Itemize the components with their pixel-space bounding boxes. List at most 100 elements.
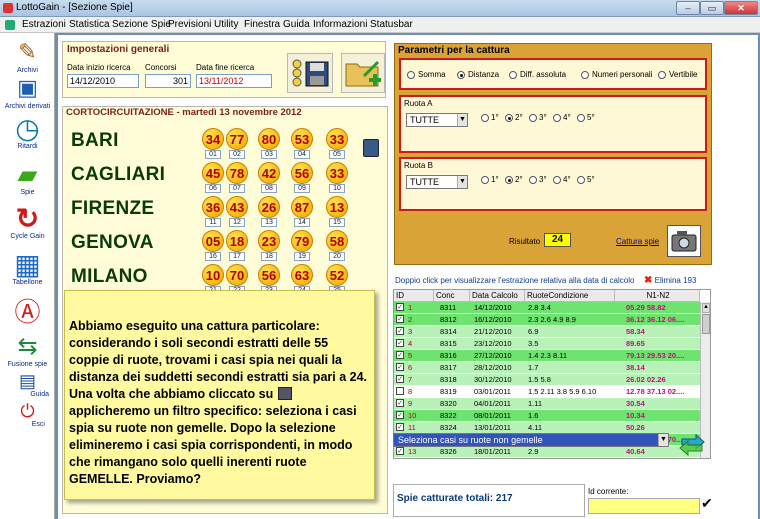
tool-ritardi[interactable]: ◷ Ritardi [0,113,55,151]
row-checkbox[interactable]: ✓ [396,363,404,371]
row-checkbox[interactable]: ✓ [396,447,404,455]
tool-archivi-derivati[interactable]: ▣ Archivi derivati [0,73,55,110]
ruota-a-position-radio[interactable] [529,114,537,122]
ball-number[interactable]: 43 [226,196,248,218]
tool-guida[interactable]: ▤ Guida [0,371,55,399]
col-header-id[interactable]: ID [394,290,434,302]
menu-informazioni[interactable]: Informazioni [313,19,367,30]
table-row[interactable]: 8 8319 03/01/2011 1.5 2.11 3.8 5.9 6.10 12.7… [394,386,700,397]
ball-number[interactable]: 42 [258,162,280,184]
table-row[interactable]: ✓ 4 8315 23/12/2010 3.5 89.65 [394,338,700,349]
ball-number[interactable]: 53 [291,128,313,150]
menu-sezione-spie[interactable]: Sezione Spie [112,19,171,30]
ball-number[interactable]: 05 [202,230,224,252]
ball-number[interactable]: 10 [202,264,224,286]
col-header-n1n2[interactable]: N1-N2 [615,290,700,302]
ruota-b-position-radio[interactable] [529,176,537,184]
row-checkbox[interactable]: ✓ [396,375,404,383]
ball-number[interactable]: 56 [291,162,313,184]
menu-finestra[interactable]: Finestra [244,19,280,30]
data-inizio-input[interactable]: 14/12/2010 [67,74,139,88]
ruota-b-select[interactable]: TUTTE ▼ [406,175,468,189]
menu-statusbar[interactable]: Statusbar [370,19,413,30]
table-row[interactable]: ✓ 6 8317 28/12/2010 1.7 38.14 [394,362,700,373]
table-row[interactable]: ✓ 11 8324 13/01/2011 4.11 50.26 [394,422,700,433]
tool-esci[interactable]: ⏻ Esci [0,401,55,429]
menu-statistica[interactable]: Statistica [69,19,110,30]
menu-utility[interactable]: Utility [214,19,238,30]
ball-number[interactable]: 80 [258,128,280,150]
row-checkbox[interactable] [396,387,404,395]
id-corrente-input[interactable] [588,498,700,514]
col-header-data[interactable]: Data Calcolo [470,290,525,302]
ball-number[interactable]: 18 [226,230,248,252]
save-button[interactable] [287,53,333,93]
tool-cycle-gain[interactable]: ↻ Cycle Gain [0,203,55,241]
scroll-thumb[interactable] [702,314,710,334]
radio-somma[interactable] [407,71,415,79]
menu-estrazioni[interactable]: Estrazioni [22,19,66,30]
ruota-a-select[interactable]: TUTTE ▼ [406,113,468,127]
cattura-spie-link[interactable]: Cattura spie [616,237,659,246]
radio-diff-assoluta[interactable] [509,71,517,79]
ball-number[interactable]: 33 [326,128,348,150]
ball-number[interactable]: 56 [258,264,280,286]
ruota-b-position-radio[interactable] [577,176,585,184]
table-row[interactable]: ✓ 1 8311 14/12/2010 2.8 3.4 05.29 58.82 [394,302,700,313]
table-row[interactable]: ✓ 10 8322 08/01/2011 1.6 10.34 [394,410,700,421]
col-header-ruote[interactable]: RuoteCondizione [525,290,615,302]
elimina-button[interactable]: ✖ Elimina 193 [644,275,696,286]
concorsi-input[interactable]: 301 [145,74,191,88]
table-row[interactable]: ✓ 5 8316 27/12/2010 1.4 2.3 8.11 79.13 29.53 … [394,350,700,361]
ruota-b-position-radio[interactable] [505,176,513,184]
col-header-conc[interactable]: Conc [434,290,470,302]
radio-distanza[interactable] [457,71,465,79]
ruota-a-position-radio[interactable] [481,114,489,122]
ruota-a-position-radio[interactable] [553,114,561,122]
row-checkbox[interactable]: ✓ [396,327,404,335]
maximize-button[interactable]: ▭ [700,1,724,15]
apply-filter-button[interactable] [676,431,708,459]
ball-number[interactable]: 34 [202,128,224,150]
ball-number[interactable]: 63 [291,264,313,286]
ball-number[interactable]: 23 [258,230,280,252]
minimize-button[interactable]: – [676,1,700,15]
risultato-input[interactable]: 24 [544,233,571,247]
ruota-b-position-radio[interactable] [553,176,561,184]
ruota-a-position-radio[interactable] [505,114,513,122]
row-checkbox[interactable]: ✓ [396,411,404,419]
ruota-b-position-radio[interactable] [481,176,489,184]
ball-number[interactable]: 87 [291,196,313,218]
data-fine-input[interactable]: 13/11/2012 [196,74,272,88]
ball-number[interactable]: 70 [226,264,248,286]
row-checkbox[interactable]: ✓ [396,399,404,407]
filter-select[interactable]: Seleziona casi su ruote non gemelle ▼ [393,433,669,447]
row-checkbox[interactable]: ✓ [396,423,404,431]
check-icon[interactable]: ✔ [701,495,713,512]
tool-tabellone[interactable]: ▦ Tabellone [0,249,55,287]
table-row[interactable]: ✓ 7 8318 30/12/2010 1.5 5.8 26.02 02.26 [394,374,700,385]
row-checkbox[interactable]: ✓ [396,339,404,347]
tool-archivi[interactable]: ✎ Archivi [0,37,55,74]
tool-spie[interactable]: ▰ Spie [0,159,55,197]
ball-number[interactable]: 79 [291,230,313,252]
row-checkbox[interactable]: ✓ [396,303,404,311]
ball-number[interactable]: 45 [202,162,224,184]
table-row[interactable]: ✓ 2 8312 16/12/2010 2.3 2.6 4.9 8.9 36.12 36.… [394,314,700,325]
ball-number[interactable]: 78 [226,162,248,184]
menu-guida[interactable]: Guida [283,19,310,30]
ruota-a-position-radio[interactable] [577,114,585,122]
ball-number[interactable]: 36 [202,196,224,218]
ball-number[interactable]: 77 [226,128,248,150]
close-button[interactable]: ✕ [724,1,758,15]
radio-vertibile[interactable] [658,71,666,79]
scroll-up-icon[interactable]: ▲ [702,303,710,313]
ball-number[interactable]: 58 [326,230,348,252]
system-menu-icon[interactable] [5,20,15,30]
menu-previsioni[interactable]: Previsioni [168,19,211,30]
row-checkbox[interactable]: ✓ [396,351,404,359]
table-row[interactable]: ✓ 9 8320 04/01/2011 1.11 30.54 [394,398,700,409]
ball-number[interactable]: 52 [326,264,348,286]
tool-fusione-spie[interactable]: ⇆ Fusione spie [0,331,55,369]
row-checkbox[interactable]: ✓ [396,315,404,323]
